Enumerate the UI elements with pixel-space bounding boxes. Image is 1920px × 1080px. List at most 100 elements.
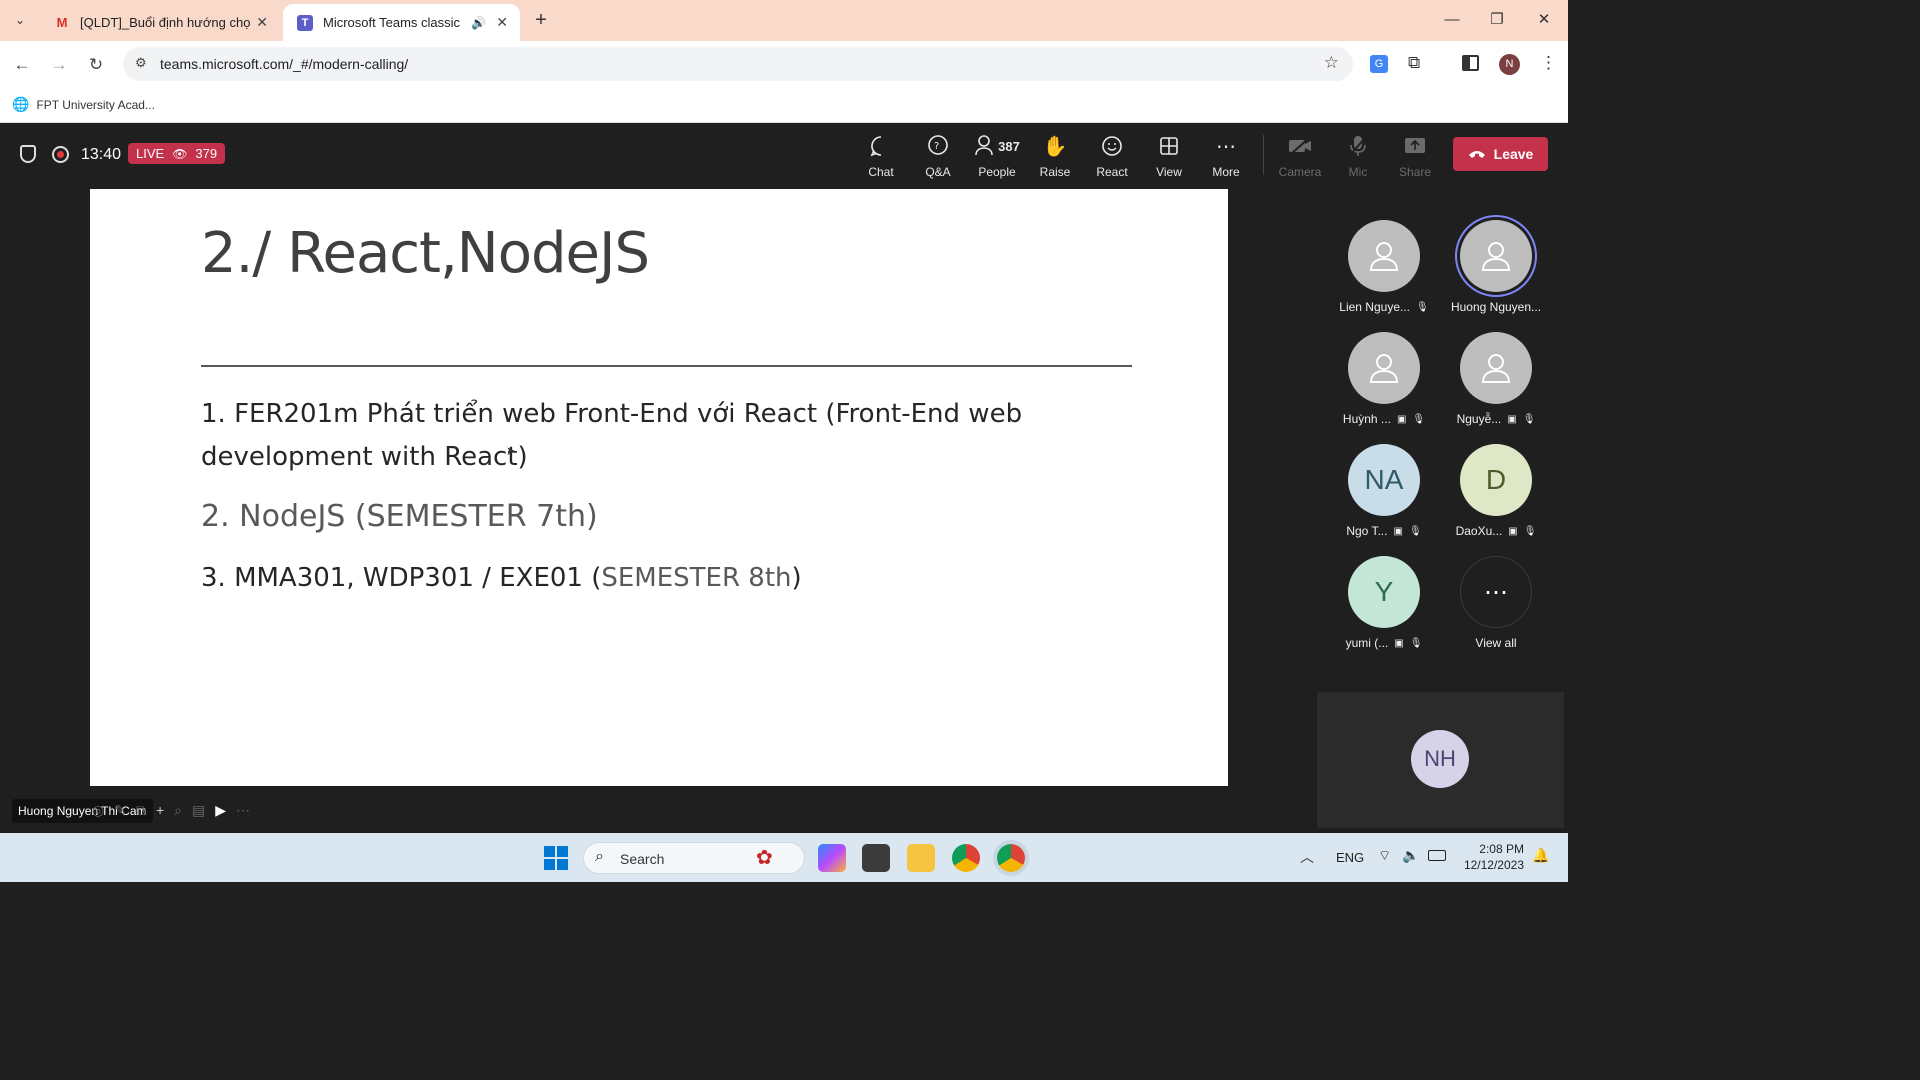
chrome-profile-icon[interactable] [997,844,1025,872]
tab-teams[interactable]: T Microsoft Teams classic 🔊 ✕ [283,4,520,41]
people-count: 387 [998,138,1020,154]
battery-icon[interactable] [1428,850,1446,861]
participant-name: yumi (... [1345,636,1389,650]
self-view-tile[interactable]: NH [1317,692,1564,828]
participant-tile[interactable]: Huong Nguyen... [1446,220,1546,314]
minimize-button[interactable]: — [1440,8,1464,32]
camera-off-icon [1275,133,1325,159]
mic-muted-icon: 🎙 [1522,413,1536,425]
profile-avatar[interactable]: N [1499,54,1520,75]
participant-name: Lien Nguye... [1339,300,1410,314]
chat-label: Chat [868,165,894,179]
language-indicator[interactable]: ENG [1336,850,1364,865]
copy-icon[interactable]: ⧉ [136,802,146,819]
participant-tile[interactable]: Y yumi (... ▣ 🎙 [1334,556,1434,650]
share-icon [1390,133,1440,159]
video-icon[interactable]: ▶ [215,802,226,819]
mic-off-icon [1333,133,1383,159]
tray-chevron-icon[interactable]: ︿ [1300,847,1314,867]
participant-initials: NA [1348,444,1420,516]
tab-search-dropdown-icon[interactable]: ⌄ [9,9,31,31]
wifi-icon[interactable]: ⌔ [1378,847,1391,865]
people-button[interactable]: 387 People [970,133,1024,179]
notification-bell-icon[interactable]: 🔔 [1532,847,1549,864]
presentation-toolbar: ◎ ✎ ⧉ + ⌕ ▤ ▶ ⋯ [92,802,250,819]
forward-button[interactable]: → [47,53,71,77]
url-text: teams.microsoft.com/_#/modern-calling/ [160,56,409,72]
tab-gmail[interactable]: M [QLDT]_Buổi định hướng chọn ( ✕ [40,4,280,41]
volume-icon[interactable]: 🔈 [1402,847,1419,864]
pointer-icon[interactable]: ◎ [92,802,104,819]
view-label: View [1156,165,1182,179]
participant-tile[interactable]: Nguyễ... ▣ 🎙 [1446,332,1546,426]
caption-icon[interactable]: ▤ [192,802,205,819]
restore-button[interactable]: ❐ [1485,8,1509,32]
taskbar-search[interactable]: ⌕ Search ✿ [583,842,805,874]
leave-label: Leave [1493,146,1534,162]
close-window-button[interactable]: ✕ [1532,8,1556,32]
leave-button[interactable]: Leave [1453,137,1548,171]
tab-title: [QLDT]_Buổi định hướng chọn ( [80,15,250,30]
participant-tile[interactable]: D DaoXu... ▣ 🎙 [1446,444,1546,538]
more-icon: ⋯ [1460,556,1532,628]
chat-button[interactable]: Chat [856,133,906,179]
zoom-icon[interactable]: ⌕ [174,802,182,819]
more-button[interactable]: ⋯ More [1201,133,1251,180]
site-settings-icon[interactable]: ⚙ [135,55,147,71]
browser-tab-strip: ⌄ M [QLDT]_Buổi định hướng chọn ( ✕ T Mi… [0,0,1568,41]
new-tab-button[interactable]: + [530,8,552,32]
participant-tile[interactable]: Huỳnh ... ▣ 🎙 [1334,332,1434,426]
view-button[interactable]: View [1144,133,1194,179]
shield-icon [20,145,36,163]
bullet-3-end: ) [791,563,802,593]
slide-bullet-2: 2. NodeJS (SEMESTER 7th) [201,499,598,534]
side-panel-icon[interactable] [1462,55,1479,71]
copilot-icon[interactable] [818,844,846,872]
options-icon[interactable]: ⋯ [236,802,250,819]
participant-name: Ngo T... [1346,524,1388,538]
meeting-control-bar: 13:40 LIVE 👁 379 Chat ? Q&A 387 People ✋… [0,123,1568,187]
start-icon[interactable] [544,846,568,870]
participant-name: DaoXu... [1455,524,1503,538]
mic-muted-icon: 🎙 [1408,525,1422,537]
slide-bullet-3: 3. MMA301, WDP301 / EXE01 (SEMESTER 8th) [201,557,1141,600]
bookmark-fpt[interactable]: 🌐 FPT University Acad... [12,96,155,113]
google-translate-icon[interactable]: G [1370,55,1388,73]
clock[interactable]: 2:08 PM 12/12/2023 [1456,841,1524,873]
address-bar[interactable]: ⚙ teams.microsoft.com/_#/modern-calling/… [123,47,1353,81]
extensions-icon[interactable]: ⧉ [1408,53,1420,73]
react-button[interactable]: React [1087,133,1137,179]
back-button[interactable]: ← [10,53,34,77]
participant-tile[interactable]: Lien Nguye... 🎙 [1334,220,1434,314]
camera-off-icon: ▣ [1507,413,1517,425]
reload-button[interactable]: ↻ [84,53,108,77]
star-icon[interactable]: ☆ [1324,53,1339,73]
search-icon: ⌕ [595,848,604,865]
participant-name: Huỳnh ... [1342,412,1391,426]
person-icon [1460,332,1532,404]
person-icon [1348,220,1420,292]
close-icon[interactable]: ✕ [496,14,508,31]
mic-label: Mic [1348,165,1368,179]
view-all-tile[interactable]: ⋯ View all [1446,556,1546,650]
bookmarks-bar: 🌐 FPT University Acad... [0,88,1568,123]
mic-muted-icon: 🎙 [1409,637,1423,649]
close-icon[interactable]: ✕ [256,14,268,31]
chrome-icon[interactable] [952,844,980,872]
share-button[interactable]: Share [1390,133,1440,179]
add-icon[interactable]: + [156,802,164,819]
speaker-icon[interactable]: 🔊 [471,16,486,30]
raise-hand-button[interactable]: ✋ Raise [1030,133,1080,180]
pen-icon[interactable]: ✎ [114,802,126,819]
gmail-icon: M [56,15,68,30]
terminal-icon[interactable] [862,844,890,872]
mic-button[interactable]: Mic [1333,133,1383,179]
browser-menu-icon[interactable]: ⋮ [1540,53,1557,73]
chat-icon [856,133,906,159]
file-explorer-icon[interactable] [907,844,935,872]
teams-icon: T [297,14,313,31]
camera-button[interactable]: Camera [1275,133,1325,179]
participant-name: Huong Nguyen... [1450,300,1542,314]
participant-tile[interactable]: NA Ngo T... ▣ 🎙 [1334,444,1434,538]
qa-button[interactable]: ? Q&A [913,133,963,179]
